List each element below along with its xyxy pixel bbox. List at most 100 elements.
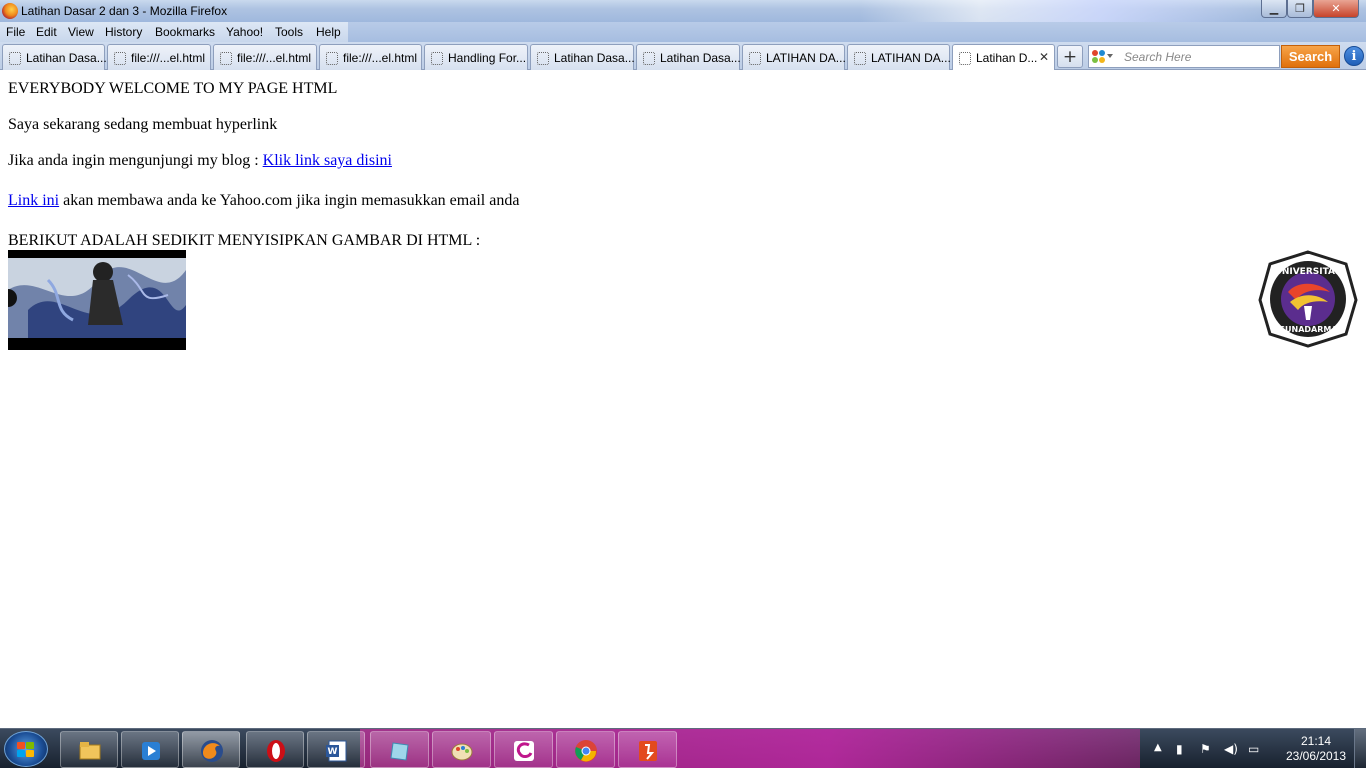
page-icon [431, 52, 443, 65]
show-hidden-icons[interactable]: ▲ [1154, 742, 1168, 756]
acrobat-icon [639, 741, 657, 761]
menu-bookmarks[interactable]: Bookmarks [155, 25, 215, 39]
title-bar-decoration [860, 0, 1260, 22]
taskbar-explorer-button[interactable] [60, 731, 118, 768]
yahoo-link[interactable]: Link ini [8, 192, 59, 209]
menu-help[interactable]: Help [316, 25, 341, 39]
maximize-button[interactable]: ❐ [1287, 0, 1313, 18]
new-tab-button[interactable]: + [1057, 45, 1083, 68]
minimize-button[interactable]: ▁ [1261, 0, 1287, 18]
menu-view[interactable]: View [68, 25, 94, 39]
paragraph-blog: Jika anda ingin mengunjungi my blog : Kl… [8, 152, 392, 170]
tab-label: LATIHAN DA... [871, 51, 951, 65]
image-caption: BERIKUT ADALAH SEDIKIT MENYISIPKAN GAMBA… [8, 232, 481, 249]
tab-label: file:///...el.html [343, 51, 418, 65]
tab[interactable]: file:///...el.html [319, 44, 422, 70]
gunadarma-logo: UNIVERSITAS GUNADARMA [1258, 250, 1358, 348]
firefox-icon [201, 740, 223, 762]
blog-link[interactable]: Klik link saya disini [263, 152, 392, 169]
close-window-button[interactable]: ✕ [1313, 0, 1359, 18]
taskbar-media-player-button[interactable] [121, 731, 179, 768]
volume-icon[interactable]: ◀) [1224, 742, 1238, 756]
close-tab-icon[interactable]: ✕ [1039, 50, 1049, 64]
yahoo-suffix-text: akan membawa anda ke Yahoo.com jika ingi… [59, 192, 520, 209]
usb-icon[interactable]: ▮ [1176, 742, 1190, 756]
paragraph-yahoo: Link ini akan membawa anda ke Yahoo.com … [8, 192, 519, 210]
taskbar-chrome-button[interactable] [556, 731, 615, 768]
tab[interactable]: Latihan Dasa... [636, 44, 741, 70]
show-desktop-button[interactable] [1354, 729, 1366, 768]
tab[interactable]: LATIHAN DA... [742, 44, 846, 70]
tab[interactable]: Handling For... [424, 44, 528, 70]
taskbar-notepad-button[interactable] [370, 731, 429, 768]
taskbar-firefox-button[interactable] [182, 731, 240, 768]
info-icon[interactable]: i [1344, 46, 1364, 66]
tab[interactable]: Latihan Dasa... [530, 44, 635, 70]
page-heading: EVERYBODY WELCOME TO MY PAGE HTML [8, 80, 338, 97]
paragraph-hyperlink: Saya sekarang sedang membuat hyperlink [8, 116, 278, 133]
window-title: Latihan Dasar 2 dan 3 - Mozilla Firefox [21, 4, 228, 18]
logo-text-top: UNIVERSITAS [1275, 267, 1342, 277]
word-icon: W [326, 740, 347, 762]
page-icon [854, 52, 866, 65]
action-center-flag-icon[interactable]: ⚑ [1200, 742, 1214, 756]
media-player-icon [142, 742, 160, 760]
clock-date: 23/06/2013 [1285, 749, 1347, 763]
tab-label: file:///...el.html [131, 51, 206, 65]
taskbar-paint-button[interactable] [432, 731, 491, 768]
network-icon[interactable]: ▭ [1248, 742, 1262, 756]
tab-label: LATIHAN DA... [766, 51, 846, 65]
page-icon [9, 52, 21, 65]
tab[interactable]: LATIHAN DA... [847, 44, 951, 70]
taskbar-corel-button[interactable] [494, 731, 553, 768]
firefox-icon[interactable] [2, 3, 18, 19]
tab[interactable]: file:///...el.html [213, 44, 317, 70]
inserted-image [8, 250, 186, 350]
notepad-icon [390, 742, 409, 761]
taskbar-acrobat-button[interactable] [618, 731, 677, 768]
tab[interactable]: file:///...el.html [107, 44, 211, 70]
paint-palette-icon [451, 743, 473, 761]
blog-prefix-text: Jika anda ingin mengunjungi my blog : [8, 152, 263, 169]
menu-file[interactable]: File [6, 25, 25, 39]
page-icon [220, 52, 232, 65]
menu-yahoo[interactable]: Yahoo! [226, 25, 263, 39]
tab-label: Latihan Dasa... [26, 51, 107, 65]
svg-text:W: W [328, 747, 338, 757]
search-button[interactable]: Search [1281, 45, 1340, 68]
window-title-bar[interactable]: Latihan Dasar 2 dan 3 - Mozilla Firefox … [0, 0, 1366, 22]
corel-icon [514, 741, 534, 761]
tab-label: Latihan Dasa... [660, 51, 741, 65]
tab[interactable]: Latihan Dasa... [2, 44, 107, 70]
taskbar: W ▲ ▮ ⚑ ◀) ▭ 21:14 23/06/2013 [0, 728, 1366, 768]
page-icon [749, 52, 761, 65]
menu-edit[interactable]: Edit [36, 25, 57, 39]
tab-label: file:///...el.html [237, 51, 312, 65]
menu-bar: File Edit View History Bookmarks Yahoo! … [0, 22, 348, 42]
logo-text-bottom: GUNADARMA [1278, 325, 1338, 334]
folder-icon [79, 742, 101, 760]
page-icon [537, 52, 549, 65]
windows-logo-icon [17, 742, 35, 758]
tab-label: Latihan Dasa... [554, 51, 635, 65]
search-placeholder: Search Here [1124, 50, 1192, 64]
search-engine-icon[interactable] [1092, 50, 1114, 64]
taskbar-clock[interactable]: 21:14 23/06/2013 [1285, 734, 1347, 764]
tab-label: Latihan D... [976, 51, 1038, 65]
start-button[interactable] [4, 731, 48, 767]
tab-active[interactable]: Latihan D... ✕ [952, 44, 1055, 71]
opera-icon [267, 740, 285, 762]
menu-tools[interactable]: Tools [275, 25, 303, 39]
page-icon [326, 52, 338, 65]
page-icon [643, 52, 655, 65]
clock-time: 21:14 [1300, 734, 1332, 748]
page-content: EVERYBODY WELCOME TO MY PAGE HTML Saya s… [0, 70, 1366, 728]
artwork-image [8, 250, 186, 350]
taskbar-word-button[interactable]: W [307, 731, 365, 768]
page-icon [114, 52, 126, 65]
search-input[interactable]: Search Here [1088, 45, 1280, 68]
menu-history[interactable]: History [105, 25, 142, 39]
chrome-icon [575, 740, 597, 762]
tab-label: Handling For... [448, 51, 527, 65]
taskbar-opera-button[interactable] [246, 731, 304, 768]
